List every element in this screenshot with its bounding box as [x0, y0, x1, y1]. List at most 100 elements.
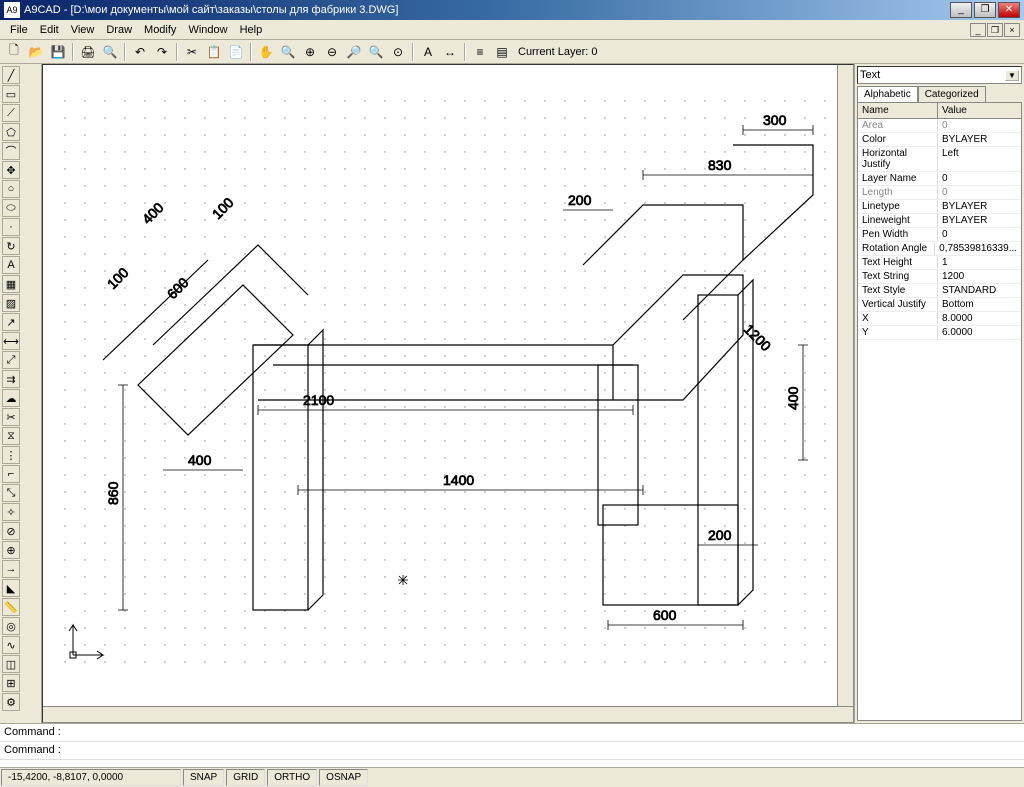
- property-value[interactable]: Left: [938, 147, 1021, 171]
- point-icon[interactable]: ·: [2, 218, 20, 236]
- status-ortho[interactable]: ORTHO: [267, 769, 317, 786]
- zoom-in-icon[interactable]: 🔎: [344, 42, 364, 62]
- minimize-button[interactable]: _: [950, 2, 972, 18]
- property-value[interactable]: STANDARD: [938, 284, 1021, 297]
- rotate-icon[interactable]: ↻: [2, 237, 20, 255]
- menu-help[interactable]: Help: [234, 22, 269, 38]
- menu-view[interactable]: View: [65, 22, 101, 38]
- polyline-icon[interactable]: ⟋: [2, 104, 20, 122]
- zoom-out-icon[interactable]: 🔍: [366, 42, 386, 62]
- property-value[interactable]: 0: [938, 228, 1021, 241]
- zoom-previous-icon[interactable]: ⊖: [322, 42, 342, 62]
- image-icon[interactable]: ▦: [2, 275, 20, 293]
- property-value[interactable]: 1200: [938, 270, 1021, 283]
- block-icon[interactable]: ◫: [2, 655, 20, 673]
- spline-icon[interactable]: ∿: [2, 636, 20, 654]
- property-row[interactable]: Text String1200: [858, 270, 1021, 284]
- property-value[interactable]: 6.0000: [938, 326, 1021, 339]
- property-value[interactable]: 0: [938, 172, 1021, 185]
- break-icon[interactable]: ⊘: [2, 522, 20, 540]
- status-snap[interactable]: SNAP: [183, 769, 224, 786]
- dimension-icon[interactable]: ↔: [440, 42, 460, 62]
- text-icon[interactable]: A: [418, 42, 438, 62]
- dim-aligned-icon[interactable]: ⤢: [2, 351, 20, 369]
- command-window[interactable]: Command : Command :: [0, 723, 1024, 767]
- status-grid[interactable]: GRID: [226, 769, 265, 786]
- drawing-canvas[interactable]: 300 830 200 400 100 100 600 1200 2100: [42, 64, 854, 723]
- fillet-icon[interactable]: ⌐: [2, 465, 20, 483]
- menu-window[interactable]: Window: [182, 22, 233, 38]
- hatch-icon[interactable]: ▨: [2, 294, 20, 312]
- tab-alphabetic[interactable]: Alphabetic: [857, 86, 918, 102]
- extend-icon[interactable]: →: [2, 560, 20, 578]
- tab-categorized[interactable]: Categorized: [918, 86, 986, 102]
- explode-icon[interactable]: ✧: [2, 503, 20, 521]
- property-value[interactable]: BYLAYER: [938, 214, 1021, 227]
- property-row[interactable]: Layer Name0: [858, 172, 1021, 186]
- revcloud-icon[interactable]: ☁: [2, 389, 20, 407]
- mirror-icon[interactable]: ⧖: [2, 427, 20, 445]
- property-row[interactable]: Area0: [858, 119, 1021, 133]
- chamfer-icon[interactable]: ◣: [2, 579, 20, 597]
- save-icon[interactable]: 💾: [48, 42, 68, 62]
- property-row[interactable]: X8.0000: [858, 312, 1021, 326]
- property-value[interactable]: 0: [938, 119, 1021, 132]
- join-icon[interactable]: ⊕: [2, 541, 20, 559]
- property-row[interactable]: Horizontal JustifyLeft: [858, 147, 1021, 172]
- property-row[interactable]: LinetypeBYLAYER: [858, 200, 1021, 214]
- property-value[interactable]: BYLAYER: [938, 133, 1021, 146]
- horizontal-scrollbar[interactable]: [43, 706, 853, 722]
- open-icon[interactable]: 📂: [26, 42, 46, 62]
- polygon-icon[interactable]: ⬠: [2, 123, 20, 141]
- menu-modify[interactable]: Modify: [138, 22, 182, 38]
- text-tool-icon[interactable]: A: [2, 256, 20, 274]
- menu-file[interactable]: File: [4, 22, 34, 38]
- array-icon[interactable]: ⋮: [2, 446, 20, 464]
- menu-edit[interactable]: Edit: [34, 22, 65, 38]
- line-icon[interactable]: ╱: [2, 66, 20, 84]
- property-row[interactable]: LineweightBYLAYER: [858, 214, 1021, 228]
- insert-icon[interactable]: ⊞: [2, 674, 20, 692]
- preview-icon[interactable]: 🔍: [100, 42, 120, 62]
- circle-icon[interactable]: ○: [2, 180, 20, 198]
- properties-icon[interactable]: ⚙: [2, 693, 20, 711]
- layer-icon[interactable]: ≡: [470, 42, 490, 62]
- command-line-2[interactable]: Command :: [0, 742, 1024, 760]
- property-value[interactable]: 8.0000: [938, 312, 1021, 325]
- chevron-down-icon[interactable]: ▼: [1005, 70, 1019, 81]
- property-row[interactable]: Text Height1: [858, 256, 1021, 270]
- object-type-combo[interactable]: Text ▼: [857, 66, 1022, 84]
- property-row[interactable]: Text StyleSTANDARD: [858, 284, 1021, 298]
- scale-icon[interactable]: ⤡: [2, 484, 20, 502]
- zoom-window-icon[interactable]: 🔍: [278, 42, 298, 62]
- menu-draw[interactable]: Draw: [100, 22, 138, 38]
- maximize-button[interactable]: ❐: [974, 2, 996, 18]
- property-row[interactable]: ColorBYLAYER: [858, 133, 1021, 147]
- donut-icon[interactable]: ◎: [2, 617, 20, 635]
- property-row[interactable]: Length0: [858, 186, 1021, 200]
- ellipse-icon[interactable]: ⬭: [2, 199, 20, 217]
- move-icon[interactable]: ✥: [2, 161, 20, 179]
- property-row[interactable]: Pen Width0: [858, 228, 1021, 242]
- property-value[interactable]: Bottom: [938, 298, 1021, 311]
- undo-icon[interactable]: ↶: [130, 42, 150, 62]
- leader-icon[interactable]: ↗: [2, 313, 20, 331]
- property-row[interactable]: Rotation Angle0,78539816339...: [858, 242, 1021, 256]
- property-value[interactable]: 0: [938, 186, 1021, 199]
- arc-icon[interactable]: ⌒: [2, 142, 20, 160]
- copy-icon[interactable]: 📋: [204, 42, 224, 62]
- doc-minimize[interactable]: _: [970, 23, 986, 37]
- cut-icon[interactable]: ✂: [182, 42, 202, 62]
- doc-restore[interactable]: ❐: [987, 23, 1003, 37]
- property-value[interactable]: 0,78539816339...: [935, 242, 1021, 255]
- close-button[interactable]: ✕: [998, 2, 1020, 18]
- dim-linear-icon[interactable]: ⟷: [2, 332, 20, 350]
- offset-icon[interactable]: ⇉: [2, 370, 20, 388]
- pan-icon[interactable]: ✋: [256, 42, 276, 62]
- redo-icon[interactable]: ↷: [152, 42, 172, 62]
- doc-close[interactable]: ×: [1004, 23, 1020, 37]
- vertical-scrollbar[interactable]: [837, 65, 853, 706]
- paste-icon[interactable]: 📄: [226, 42, 246, 62]
- layers-icon[interactable]: ▤: [492, 42, 512, 62]
- status-osnap[interactable]: OSNAP: [319, 769, 368, 786]
